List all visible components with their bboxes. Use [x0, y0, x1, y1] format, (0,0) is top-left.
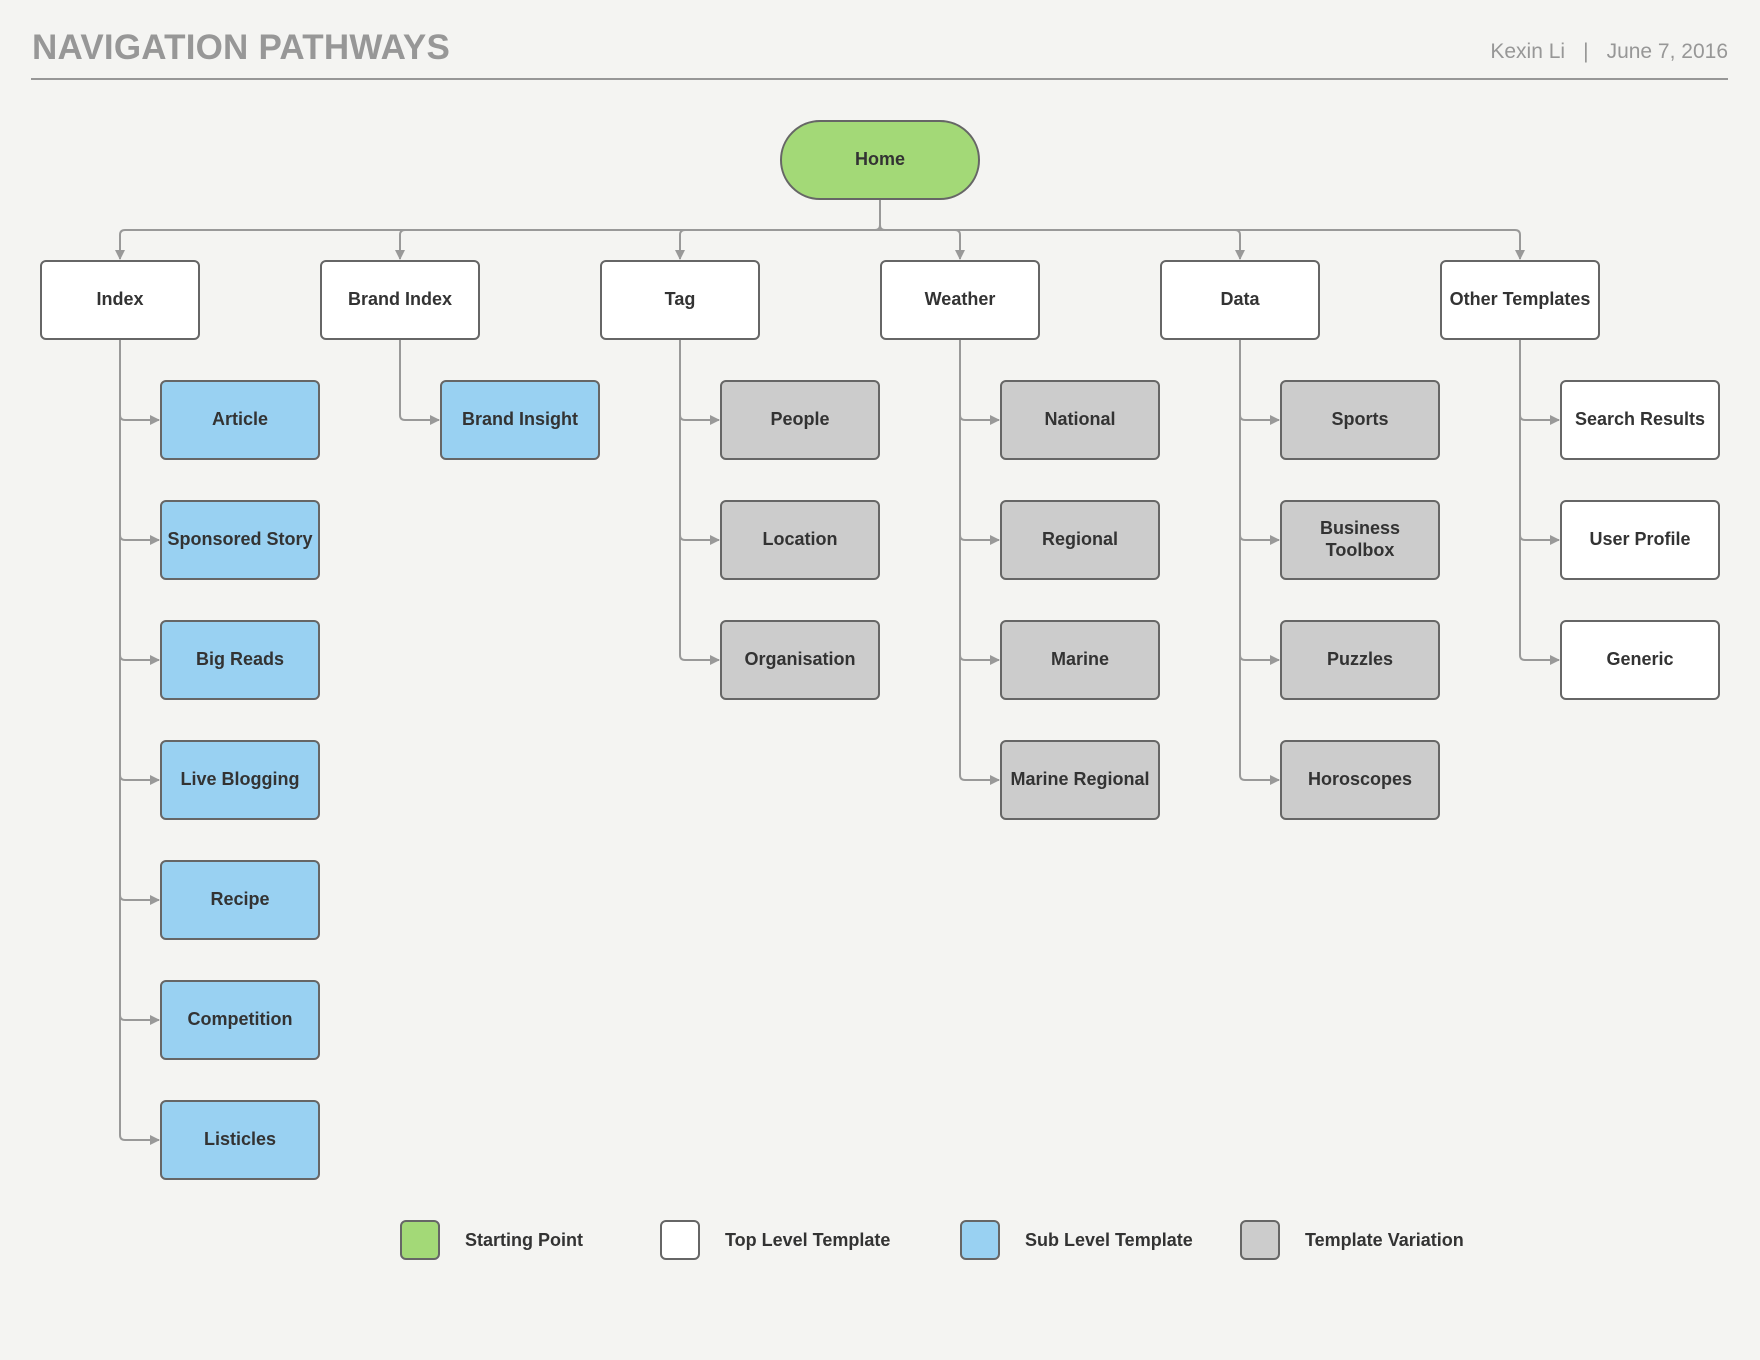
connector-to-data [880, 229, 1245, 260]
node-recipe[interactable]: Recipe [160, 860, 320, 940]
connector-to-puzzles [1239, 340, 1280, 665]
connector-to-brand-insight [399, 340, 440, 425]
connector-to-search-results [1519, 340, 1560, 425]
node-label: Sponsored Story [167, 529, 313, 550]
node-label: Puzzles [1326, 649, 1394, 670]
node-label: Tag [664, 289, 696, 310]
node-label: Other Templates [1449, 289, 1591, 310]
node-label: Business Toolbox [1319, 518, 1401, 560]
node-label: National [1044, 409, 1116, 430]
legend-swatch [960, 1220, 1000, 1260]
node-label: Generic [1606, 649, 1674, 670]
connector-to-other-templates [880, 229, 1525, 260]
connector-to-marine-regional [959, 340, 1000, 785]
connector-to-weather [880, 229, 965, 260]
legend-item-top-level-template: Top Level Template [660, 1220, 890, 1260]
connector-to-horoscopes [1239, 340, 1280, 785]
legend-item-sub-level-template: Sub Level Template [960, 1220, 1193, 1260]
node-label: People [770, 409, 830, 430]
node-generic[interactable]: Generic [1560, 620, 1720, 700]
node-label: Home [854, 149, 905, 170]
connector-to-regional [959, 340, 1000, 545]
node-brand-insight[interactable]: Brand Insight [440, 380, 600, 460]
node-label: Marine Regional [1010, 769, 1150, 790]
node-label: Competition [187, 1009, 293, 1030]
node-label: Weather [924, 289, 996, 310]
node-listicles[interactable]: Listicles [160, 1100, 320, 1180]
node-label: Sports [1331, 409, 1389, 430]
connector-to-generic [1519, 340, 1560, 665]
node-tag[interactable]: Tag [600, 260, 760, 340]
node-label: Article [211, 409, 269, 430]
node-label: User Profile [1589, 529, 1691, 550]
connector-to-live-blogging [119, 340, 160, 785]
connector-to-user-profile [1519, 340, 1560, 545]
node-home[interactable]: Home [780, 120, 980, 200]
node-label: Big Reads [195, 649, 285, 670]
legend-swatch [400, 1220, 440, 1260]
node-label: Listicles [203, 1129, 277, 1150]
node-label: Index [96, 289, 144, 310]
node-label: Live Blogging [180, 769, 300, 790]
connector-to-competition [119, 340, 160, 1025]
node-search-results[interactable]: Search Results [1560, 380, 1720, 460]
node-brand-index[interactable]: Brand Index [320, 260, 480, 340]
connector-to-people [679, 340, 720, 425]
node-location[interactable]: Location [720, 500, 880, 580]
node-marine[interactable]: Marine [1000, 620, 1160, 700]
node-live-blogging[interactable]: Live Blogging [160, 740, 320, 820]
node-label: Location [762, 529, 838, 550]
connector-to-national [959, 340, 1000, 425]
legend-label: Starting Point [465, 1229, 583, 1250]
connector-to-business-toolbox [1239, 340, 1280, 545]
node-organisation[interactable]: Organisation [720, 620, 880, 700]
connector-to-organisation [679, 340, 720, 665]
connector-to-sponsored-story [119, 340, 160, 545]
node-people[interactable]: People [720, 380, 880, 460]
connector-to-recipe [119, 340, 160, 905]
node-sports[interactable]: Sports [1280, 380, 1440, 460]
node-index[interactable]: Index [40, 260, 200, 340]
node-national[interactable]: National [1000, 380, 1160, 460]
connector-to-index [115, 229, 880, 260]
node-data[interactable]: Data [1160, 260, 1320, 340]
node-label: Recipe [210, 889, 270, 910]
connector-to-big-reads [119, 340, 160, 665]
node-label: Data [1220, 289, 1260, 310]
node-weather[interactable]: Weather [880, 260, 1040, 340]
node-competition[interactable]: Competition [160, 980, 320, 1060]
node-other-templates[interactable]: Other Templates [1440, 260, 1600, 340]
legend-label: Top Level Template [725, 1229, 891, 1250]
legend-swatch [660, 1220, 700, 1260]
node-label: Brand Index [347, 289, 453, 310]
node-sponsored-story[interactable]: Sponsored Story [160, 500, 320, 580]
legend-item-template-variation: Template Variation [1240, 1220, 1464, 1260]
node-horoscopes[interactable]: Horoscopes [1280, 740, 1440, 820]
connector-to-article [119, 340, 160, 425]
node-label: Search Results [1574, 409, 1706, 430]
node-label: Organisation [744, 649, 856, 670]
node-article[interactable]: Article [160, 380, 320, 460]
connector-to-tag [675, 229, 880, 260]
connector-to-location [679, 340, 720, 545]
connector-to-sports [1239, 340, 1280, 425]
legend-swatch [1240, 1220, 1280, 1260]
node-label: Marine [1050, 649, 1110, 670]
connector-to-marine [959, 340, 1000, 665]
node-label: Regional [1041, 529, 1118, 550]
legend-item-starting-point: Starting Point [400, 1220, 583, 1260]
node-big-reads[interactable]: Big Reads [160, 620, 320, 700]
node-label: Horoscopes [1307, 769, 1413, 790]
legend-label: Template Variation [1305, 1229, 1464, 1250]
legend-label: Sub Level Template [1025, 1229, 1193, 1250]
node-regional[interactable]: Regional [1000, 500, 1160, 580]
node-marine-regional[interactable]: Marine Regional [1000, 740, 1160, 820]
node-label: Brand Insight [462, 409, 578, 430]
node-business-toolbox[interactable]: Business Toolbox [1280, 500, 1440, 580]
connector-to-brand-index [395, 229, 880, 260]
node-puzzles[interactable]: Puzzles [1280, 620, 1440, 700]
node-user-profile[interactable]: User Profile [1560, 500, 1720, 580]
